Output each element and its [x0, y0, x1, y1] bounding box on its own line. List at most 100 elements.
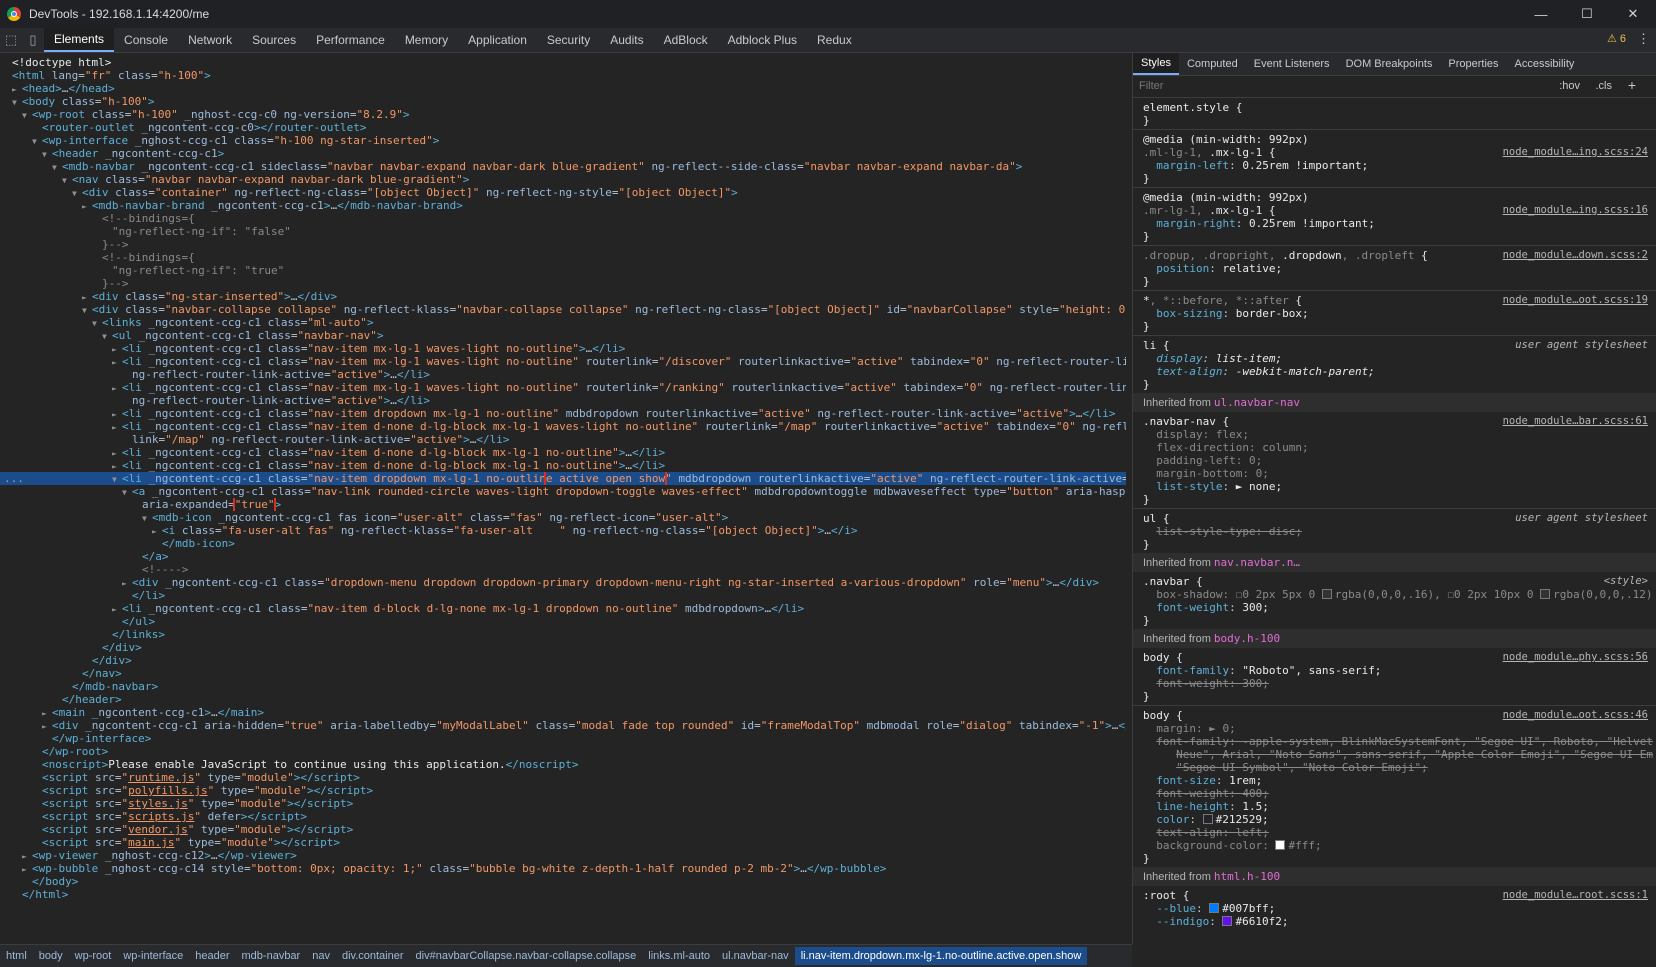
style-rule-line[interactable]: } — [1143, 690, 1653, 703]
style-rule-line[interactable]: text-align: left; — [1143, 826, 1653, 839]
styles-tab-accessibility[interactable]: Accessibility — [1507, 53, 1583, 75]
dom-node-line[interactable]: </nav> — [0, 667, 1126, 680]
tab-security[interactable]: Security — [537, 28, 600, 52]
rule-source-link[interactable]: node_module…root.scss:1 — [1503, 889, 1648, 901]
style-rule-line[interactable]: .navbar { — [1143, 575, 1653, 588]
style-rule-line[interactable]: font-size: 1rem; — [1143, 774, 1653, 787]
style-rule-line[interactable]: box-sizing: border-box; — [1143, 307, 1653, 320]
style-rule-line[interactable]: color: #212529; — [1143, 813, 1653, 826]
dom-node-selected[interactable]: ... ▼ <li _ngcontent-ccg-c1 class="nav-ite… — [0, 472, 1126, 485]
style-rule-line[interactable]: text-align: -webkit-match-parent; — [1143, 365, 1653, 378]
style-rule-line[interactable]: box-shadow: ☐0 2px 5px 0 rgba(0,0,0,.16)… — [1143, 588, 1653, 601]
dom-node-line[interactable]: <script src="vendor.js" type="module"></… — [0, 823, 1126, 836]
style-rule-line[interactable]: position: relative; — [1143, 262, 1653, 275]
style-rule-line[interactable]: margin-bottom: 0; — [1143, 467, 1653, 480]
style-rule-line[interactable]: @media (min-width: 992px) — [1143, 133, 1653, 146]
rule-source-link[interactable]: node_module…oot.scss:46 — [1503, 709, 1648, 721]
dom-node-line[interactable]: ► <wp-viewer _nghost-ccg-c12>…</wp-viewer… — [0, 849, 1126, 862]
style-rule-line[interactable]: margin: ► 0; — [1143, 722, 1653, 735]
breadcrumb-item[interactable]: mdb-navbar — [236, 950, 307, 962]
rule-source-link[interactable]: node_module…down.scss:2 — [1503, 249, 1648, 261]
style-rule-line[interactable]: Neue", Arial, "Noto Sans", sans-serif, "… — [1143, 748, 1653, 761]
style-rule-line[interactable]: } — [1143, 493, 1653, 506]
tab-performance[interactable]: Performance — [306, 28, 395, 52]
dom-node-line[interactable]: <!--bindings={ — [0, 251, 1126, 264]
rule-source-link[interactable]: node_module…oot.scss:19 — [1503, 294, 1648, 306]
style-rule-line[interactable]: } — [1143, 378, 1653, 391]
dom-node-line[interactable]: </mdb-icon> — [0, 537, 1126, 550]
dom-node-line[interactable]: </mdb-navbar> — [0, 680, 1126, 693]
dom-node-line[interactable]: "ng-reflect-ng-if": "true" — [0, 264, 1126, 277]
dom-node-line[interactable]: ▼ <div class="navbar-collapse collapse" n… — [0, 303, 1126, 316]
dom-node-line[interactable]: ng-reflect-router-link-active="active">…… — [0, 368, 1126, 381]
tab-elements[interactable]: Elements — [44, 28, 115, 52]
hov-toggle-button[interactable]: :hov — [1559, 80, 1580, 92]
dom-node-line[interactable]: ▼ <mdb-navbar _ngcontent-ccg-c1 sideclass… — [0, 160, 1126, 173]
breadcrumb-item[interactable]: header — [189, 950, 235, 962]
styles-filter-input[interactable]: Filter — [1139, 80, 1163, 92]
style-rule-line[interactable]: element.style { — [1143, 101, 1653, 114]
style-rule-line[interactable]: --blue: #007bff; — [1143, 902, 1653, 915]
dom-node-line[interactable]: ▼ <mdb-icon _ngcontent-ccg-c1 fas icon="u… — [0, 511, 1126, 524]
style-rule-line[interactable]: } — [1143, 320, 1653, 333]
dom-node-line[interactable]: ► <li _ngcontent-ccg-c1 class="nav-item d… — [0, 446, 1126, 459]
dom-node-line[interactable]: <!----> — [0, 563, 1126, 576]
style-rule-line[interactable]: } — [1143, 614, 1653, 627]
warnings-badge[interactable]: ⚠ 6 — [1607, 32, 1626, 45]
dom-node-line[interactable]: <noscript>Please enable JavaScript to co… — [0, 758, 1126, 771]
dom-node-line[interactable]: ► <li _ngcontent-ccg-c1 class="nav-item d… — [0, 407, 1126, 420]
dom-node-line[interactable]: <router-outlet _ngcontent-ccg-c0></route… — [0, 121, 1126, 134]
dom-node-line[interactable]: ► <li _ngcontent-ccg-c1 class="nav-item d… — [0, 602, 1126, 615]
rule-source-link[interactable]: node_module…ing.scss:24 — [1503, 146, 1648, 158]
dom-node-line[interactable]: <script src="main.js" type="module"></sc… — [0, 836, 1126, 849]
dom-node-line[interactable]: ► <li _ngcontent-ccg-c1 class="nav-item m… — [0, 381, 1126, 394]
breadcrumb-item[interactable]: nav — [306, 950, 336, 962]
styles-tab-dom-breakpoints[interactable]: DOM Breakpoints — [1338, 53, 1441, 75]
dom-node-line[interactable]: ► <li _ngcontent-ccg-c1 class="nav-item d… — [0, 459, 1126, 472]
tab-network[interactable]: Network — [178, 28, 242, 52]
dom-node-line[interactable]: <script src="scripts.js" defer></script> — [0, 810, 1126, 823]
rule-source-link[interactable]: node_module…phy.scss:56 — [1503, 651, 1648, 663]
style-rule-line[interactable]: flex-direction: column; — [1143, 441, 1653, 454]
dom-node-line[interactable]: ► <div class="ng-star-inserted">…</div> — [0, 290, 1126, 303]
dom-node-line[interactable]: </html> — [0, 888, 1126, 901]
dom-node-line[interactable]: ► <div _ngcontent-ccg-c1 class="dropdown-… — [0, 576, 1126, 589]
breadcrumb-item[interactable]: wp-interface — [117, 950, 189, 962]
dom-node-line[interactable]: ng-reflect-router-link-active="active">…… — [0, 394, 1126, 407]
styles-tab-event-listeners[interactable]: Event Listeners — [1246, 53, 1338, 75]
dom-node-line[interactable]: }--> — [0, 277, 1126, 290]
device-toolbar-icon[interactable]: ▯ — [22, 28, 44, 52]
dom-node-line[interactable]: ▼ <nav class="navbar navbar-expand navbar… — [0, 173, 1126, 186]
dom-node-line[interactable]: "ng-reflect-ng-if": "false" — [0, 225, 1126, 238]
style-rule-line[interactable]: font-family: -apple-system, BlinkMacSyst… — [1143, 735, 1653, 748]
dom-node-line[interactable]: </a> — [0, 550, 1126, 563]
dom-node-line[interactable]: ► <li _ngcontent-ccg-c1 class="nav-item m… — [0, 342, 1126, 355]
dom-node-line[interactable]: ▼ <ul _ngcontent-ccg-c1 class="navbar-nav… — [0, 329, 1126, 342]
minimize-button[interactable]: — — [1518, 0, 1564, 28]
inherited-selector-link[interactable]: ul.navbar-nav — [1214, 396, 1300, 409]
dom-node-line[interactable]: ► <mdb-navbar-brand _ngcontent-ccg-c1>…</… — [0, 199, 1126, 212]
dom-node-line[interactable]: ▼ <div class="container" ng-reflect-ng-cl… — [0, 186, 1126, 199]
style-rule-line[interactable]: } — [1143, 275, 1653, 288]
style-rule-line[interactable]: list-style: ► none; — [1143, 480, 1653, 493]
maximize-button[interactable]: ☐ — [1564, 0, 1610, 28]
rule-source-link[interactable]: node_module…ing.scss:16 — [1503, 204, 1648, 216]
dom-node-line[interactable]: </ul> — [0, 615, 1126, 628]
dom-node-line[interactable]: }--> — [0, 238, 1126, 251]
new-style-rule-button[interactable]: + — [1628, 77, 1636, 93]
style-rule-line[interactable]: --indigo: #6610f2; — [1143, 915, 1653, 928]
dom-node-line[interactable]: aria-expanded="true"> — [0, 498, 1126, 511]
breadcrumb-item[interactable]: wp-root — [69, 950, 118, 962]
style-rule-line[interactable]: } — [1143, 172, 1653, 185]
breadcrumb-item[interactable]: li.nav-item.dropdown.mx-lg-1.no-outline.… — [794, 947, 1088, 965]
dom-node-line[interactable]: <html lang="fr" class="h-100"> — [0, 69, 1126, 82]
styles-tab-computed[interactable]: Computed — [1179, 53, 1246, 75]
style-rule-line[interactable]: } — [1143, 114, 1653, 127]
dom-node-line[interactable]: link="/map" ng-reflect-router-link-activ… — [0, 433, 1126, 446]
dom-node-line[interactable]: </wp-root> — [0, 745, 1126, 758]
dom-node-line[interactable]: ▼ <wp-root class="h-100" _nghost-ccg-c0 n… — [0, 108, 1126, 121]
dom-node-line[interactable]: ▼ <wp-interface _nghost-ccg-c1 class="h-1… — [0, 134, 1126, 147]
dom-node-line[interactable]: ► <i class="fa-user-alt fas" ng-reflect-k… — [0, 524, 1126, 537]
style-rule-line[interactable]: display: list-item; — [1143, 352, 1653, 365]
more-options-icon[interactable]: ⋮ — [1637, 31, 1650, 47]
